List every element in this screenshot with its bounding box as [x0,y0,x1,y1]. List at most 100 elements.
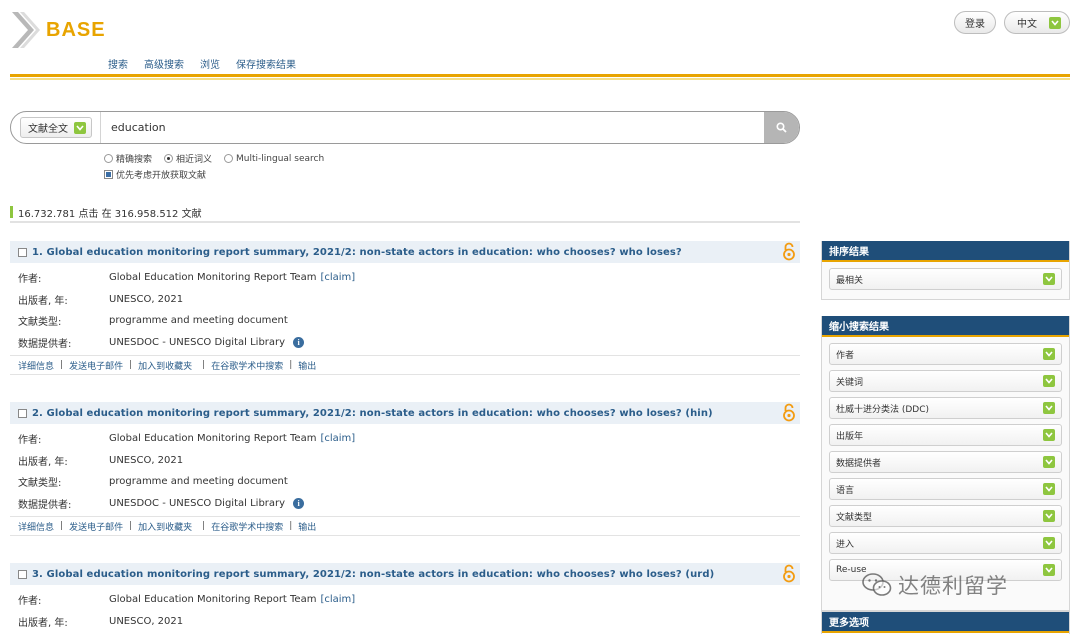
field-author: 作者: Global Education Monitoring Report T… [10,428,800,450]
field-label: 数据提供者: [18,338,72,350]
chevron-down-icon [1043,348,1055,360]
author-link[interactable]: Global Education Monitoring Report Team [109,594,316,605]
refine-language[interactable]: 语言 [829,478,1062,500]
result-title[interactable]: 1. Global education monitoring report su… [32,247,682,258]
author-link[interactable]: Global Education Monitoring Report Team [109,433,316,444]
search-type-select[interactable]: 文献全文 [20,117,92,138]
chevron-down-icon [74,121,86,134]
logo-mark-icon [12,12,40,48]
field-label: 出版者, 年: [18,456,68,468]
result-title[interactable]: 3. Global education monitoring report su… [32,569,714,580]
nav-advanced-search[interactable]: 高级搜索 [144,56,184,71]
nav-browse[interactable]: 浏览 [200,56,220,71]
field-label: 文献类型: [18,478,62,490]
login-button[interactable]: 登录 [954,11,996,34]
more-options-panel: 更多选项 [821,611,1070,634]
info-icon[interactable]: i [293,497,305,509]
header-divider-light [10,78,1070,80]
refine-item-label: 关键词 [836,377,864,388]
details-link[interactable]: 详细信息 [18,359,54,372]
sort-select[interactable]: 最相关 [829,268,1062,290]
result-header: 1. Global education monitoring report su… [10,241,800,263]
field-value: programme and meeting document [109,315,288,327]
field-author: 作者: Global Education Monitoring Report T… [10,267,800,289]
base-logo[interactable]: BASE [10,10,106,50]
sort-panel-title: 排序结果 [822,241,1069,262]
field-value: UNESDOC - UNESCO Digital Library [109,336,286,348]
refine-doc-type[interactable]: 文献类型 [829,505,1062,527]
refine-panel-title: 缩小搜索结果 [822,316,1069,337]
open-access-option[interactable]: 优先考虑开放获取文献 [104,168,206,181]
result-item: 2. Global education monitoring report su… [10,402,800,536]
export-link[interactable]: 输出 [298,520,316,533]
sort-panel: 排序结果 最相关 [821,241,1070,300]
refine-item-label: 杜威十进分类法 (DDC) [836,404,930,415]
exact-search-option[interactable]: 精确搜索 [104,152,152,165]
claim-link[interactable]: [claim] [320,594,355,605]
search-input[interactable] [101,113,764,142]
details-link[interactable]: 详细信息 [18,520,54,533]
field-value: UNESCO, 2021 [109,454,184,466]
refine-access[interactable]: 进入 [829,532,1062,554]
sort-select-label: 最相关 [836,275,864,286]
nav-saved-searches[interactable]: 保存搜索结果 [236,56,296,71]
refine-item-label: 作者 [836,350,855,361]
field-label: 出版者, 年: [18,617,68,629]
result-actions: 详细信息 | 发送电子邮件 | 加入到收藏夹 | 在谷歌学术中搜索 | 输出 [10,516,800,536]
info-icon[interactable]: i [293,336,305,348]
watermark-text: 达德利留学 [898,574,1008,598]
result-select-checkbox[interactable] [18,408,27,418]
chevron-down-icon [1043,537,1055,549]
nav-search[interactable]: 搜索 [108,56,128,71]
result-item: 1. Global education monitoring report su… [10,241,800,375]
field-publisher: 出版者, 年: UNESCO, 2021 [10,450,800,472]
synonym-search-option[interactable]: 相近词义 [164,152,212,165]
favorites-link[interactable]: 加入到收藏夹 [138,520,192,533]
language-select[interactable]: 中文 [1004,11,1070,34]
radio-exact[interactable] [104,154,113,163]
refine-ddc[interactable]: 杜威十进分类法 (DDC) [829,397,1062,419]
result-item: 3. Global education monitoring report su… [10,563,800,632]
claim-link[interactable]: [claim] [320,272,355,283]
radio-synonyms[interactable] [164,154,174,163]
multilingual-search-option[interactable]: Multi-lingual search [224,154,324,164]
chevron-down-icon [1043,510,1055,522]
chevron-down-icon [1043,564,1055,576]
more-options-title[interactable]: 更多选项 [822,612,1069,633]
field-label: 出版者, 年: [18,295,68,307]
email-link[interactable]: 发送电子邮件 [69,520,123,533]
refine-author[interactable]: 作者 [829,343,1062,365]
refine-item-label: 语言 [836,485,855,496]
google-scholar-link[interactable]: 在谷歌学术中搜索 [211,520,283,533]
field-author: 作者: Global Education Monitoring Report T… [10,589,800,611]
login-label: 登录 [965,19,985,30]
claim-link[interactable]: [claim] [320,433,355,444]
search-icon [776,122,787,133]
refine-keyword[interactable]: 关键词 [829,370,1062,392]
refine-year[interactable]: 出版年 [829,424,1062,446]
chevron-down-icon [1043,456,1055,468]
result-select-checkbox[interactable] [18,569,27,579]
export-link[interactable]: 输出 [298,359,316,372]
favorites-link[interactable]: 加入到收藏夹 [138,359,192,372]
search-button[interactable] [764,112,799,143]
refine-provider[interactable]: 数据提供者 [829,451,1062,473]
exact-search-label: 精确搜索 [116,155,153,165]
radio-multilingual[interactable] [224,154,234,163]
result-select-checkbox[interactable] [18,247,27,257]
field-doc-type: 文献类型: programme and meeting document [10,310,800,332]
result-title[interactable]: 2. Global education monitoring report su… [32,408,713,419]
author-link[interactable]: Global Education Monitoring Report Team [109,272,316,283]
main-nav: 搜索 高级搜索 浏览 保存搜索结果 [108,56,296,71]
refine-item-label: 文献类型 [836,512,873,523]
wechat-icon [862,573,892,596]
field-publisher: 出版者, 年: UNESCO, 2021 [10,611,800,633]
email-link[interactable]: 发送电子邮件 [69,359,123,372]
search-type-label: 文献全文 [28,124,68,135]
field-label: 文献类型: [18,317,62,329]
refine-item-label: 进入 [836,539,855,550]
result-header: 3. Global education monitoring report su… [10,563,800,585]
google-scholar-link[interactable]: 在谷歌学术中搜索 [211,359,283,372]
open-access-checkbox[interactable] [104,170,113,179]
search-options: 精确搜索 相近词义 Multi-lingual search 优先考虑开放获取文… [104,152,324,181]
